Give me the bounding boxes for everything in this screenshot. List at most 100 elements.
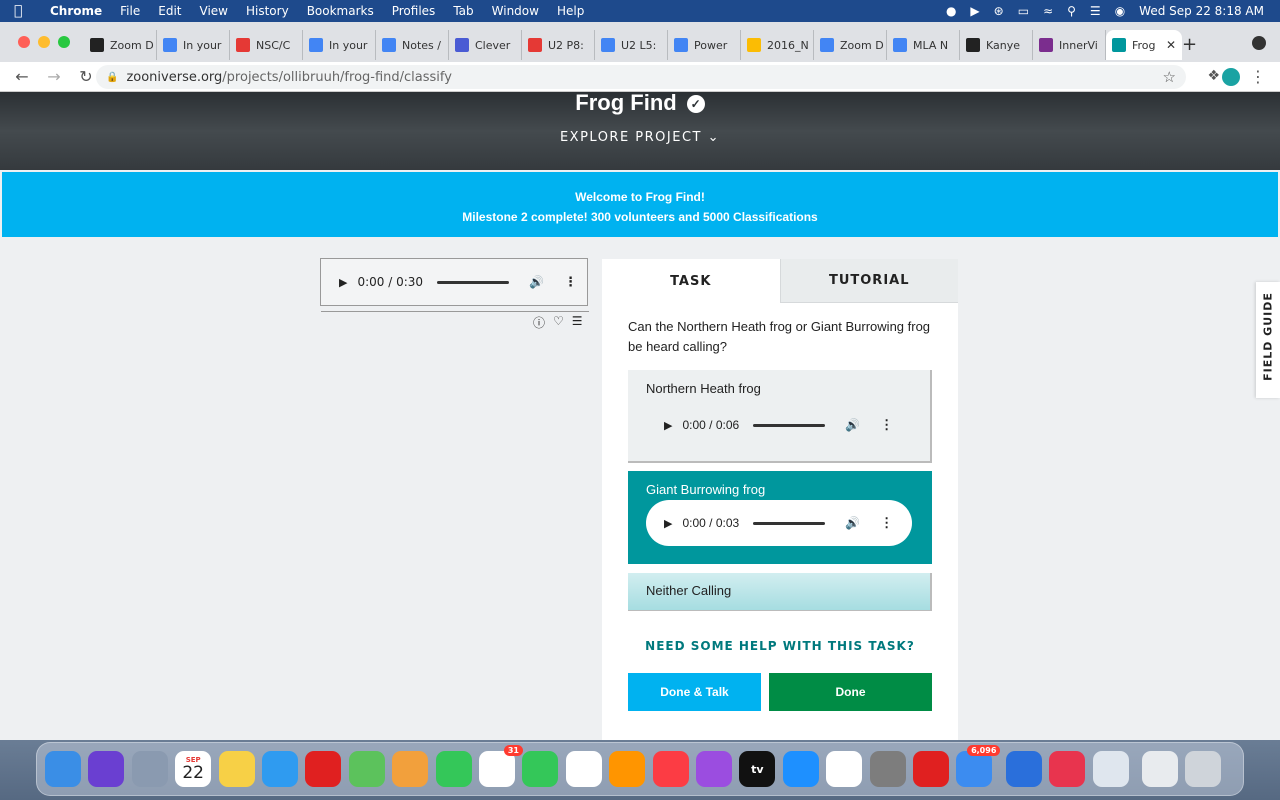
apple-tv-icon[interactable]: tv (739, 751, 776, 787)
play-icon[interactable]: ▶ (664, 419, 672, 432)
volume-icon[interactable]: 🔊 (529, 275, 544, 289)
roblox-icon[interactable] (305, 751, 342, 787)
browser-tab[interactable]: Kanye (960, 30, 1033, 60)
siri-icon[interactable]: ◉ (1115, 4, 1125, 18)
play-icon[interactable]: ▶ (339, 276, 347, 289)
creative-cloud-icon[interactable] (1049, 751, 1086, 787)
audio-seek-bar[interactable] (753, 423, 826, 427)
more-options-icon[interactable]: ⋮ (880, 417, 893, 433)
explore-project-menu[interactable]: EXPLORE PROJECT ⌄ (0, 130, 1280, 145)
calendar-icon[interactable]: SEP 22 (175, 751, 212, 787)
back-arrow-icon[interactable]: ← (12, 67, 32, 86)
menu-tab[interactable]: Tab (453, 4, 473, 18)
mail-icon[interactable]: 6,096 (956, 745, 1001, 787)
browser-tab[interactable]: Zoom D (814, 30, 887, 60)
address-bar[interactable]: 🔒 zooniverse.org/projects/ollibruuh/frog… (96, 65, 1186, 89)
app-store-icon[interactable] (782, 751, 819, 787)
browser-tab[interactable]: Frog ✕ (1106, 30, 1182, 60)
menu-file[interactable]: File (120, 4, 140, 18)
tab-task[interactable]: TASK (602, 259, 780, 303)
browser-tab[interactable]: MLA N (887, 30, 960, 60)
answer-giant-burrowing-frog[interactable]: Giant Burrowing frog ▶ 0:00 / 0:03 🔊 ⋮ (628, 471, 932, 564)
close-window-button[interactable] (18, 36, 30, 48)
browser-tab[interactable]: 2016_N (741, 30, 814, 60)
apple-menu-icon[interactable]:  (14, 3, 34, 19)
finder-icon[interactable] (45, 751, 81, 787)
siri-icon[interactable] (88, 751, 125, 787)
menu-help[interactable]: Help (557, 4, 584, 18)
close-tab-icon[interactable]: ✕ (1166, 38, 1176, 52)
facetime-icon[interactable] (522, 751, 559, 787)
notes-icon[interactable] (218, 751, 255, 787)
launchpad-icon[interactable] (131, 751, 168, 787)
bluetooth-file-exchange-icon[interactable] (1005, 751, 1042, 787)
done-button[interactable]: Done (769, 673, 932, 711)
news-icon[interactable] (565, 751, 602, 787)
music-icon[interactable] (652, 751, 689, 787)
reminders-icon[interactable]: 31 (479, 745, 523, 787)
wifi-icon[interactable]: ≈ (1043, 4, 1053, 18)
volume-icon[interactable]: 🔊 (845, 516, 860, 530)
volume-icon[interactable]: 🔊 (845, 418, 860, 432)
trash-icon[interactable] (1185, 751, 1222, 787)
control-center-icon[interactable]: ☰ (1090, 4, 1101, 18)
northern-heath-audio-player[interactable]: ▶ 0:00 / 0:06 🔊 ⋮ (646, 402, 912, 448)
play-icon[interactable]: ▶ (664, 517, 672, 530)
menu-app-name[interactable]: Chrome (50, 4, 102, 18)
browser-tab[interactable]: Clever (449, 30, 522, 60)
task-help-link[interactable]: NEED SOME HELP WITH THIS TASK? (602, 639, 958, 653)
menu-edit[interactable]: Edit (158, 4, 181, 18)
browser-tab[interactable]: U2 P8: (522, 30, 595, 60)
answer-northern-heath-frog[interactable]: Northern Heath frog ▶ 0:00 / 0:06 🔊 ⋮ (628, 370, 932, 463)
browser-tab[interactable]: In your (157, 30, 230, 60)
system-preferences-icon[interactable] (869, 751, 906, 787)
reload-icon[interactable]: ↻ (76, 67, 96, 86)
more-options-icon[interactable]: ⋮ (880, 515, 893, 531)
browser-tab[interactable]: InnerVi (1033, 30, 1106, 60)
field-guide-tab[interactable]: FIELD GUIDE (1256, 282, 1280, 398)
photos-icon[interactable] (392, 751, 429, 787)
media-play-icon[interactable]: ▶ (970, 4, 979, 18)
screen-record-icon[interactable]: ● (946, 4, 956, 18)
audio-seek-bar[interactable] (753, 521, 826, 525)
favorite-heart-icon[interactable]: ♡ (553, 314, 564, 331)
subject-audio-player[interactable]: ▶ 0:00 / 0:30 🔊 ⋮ (320, 258, 589, 312)
browser-tab[interactable]: In your (303, 30, 376, 60)
profile-avatar[interactable] (1222, 68, 1240, 86)
extensions-puzzle-icon[interactable]: ❖ (1207, 68, 1220, 84)
menu-view[interactable]: View (200, 4, 228, 18)
project-title[interactable]: Frog Find ✓ (0, 92, 1280, 116)
menu-history[interactable]: History (246, 4, 289, 18)
books-icon[interactable] (609, 751, 646, 787)
zoom-window-button[interactable] (58, 36, 70, 48)
collections-list-icon[interactable]: ☰ (572, 314, 583, 331)
preview-icon[interactable] (1092, 751, 1129, 787)
answer-neither-calling[interactable]: Neither Calling (628, 573, 932, 611)
menu-bookmarks[interactable]: Bookmarks (307, 4, 374, 18)
new-tab-icon[interactable]: + (1182, 34, 1197, 55)
browser-tab[interactable]: Power (668, 30, 741, 60)
battery-icon[interactable]: ▭ (1018, 4, 1029, 18)
menubar-clock[interactable]: Wed Sep 22 8:18 AM (1139, 4, 1264, 18)
menu-profiles[interactable]: Profiles (392, 4, 436, 18)
spotlight-search-icon[interactable]: ⚲ (1067, 4, 1076, 18)
browser-tab[interactable]: NSC/C (230, 30, 303, 60)
done-and-talk-button[interactable]: Done & Talk (628, 673, 761, 711)
chrome-menu-icon[interactable]: ⋮ (1250, 67, 1266, 86)
maps-icon[interactable] (348, 751, 385, 787)
audio-seek-bar[interactable] (437, 280, 510, 284)
roblox-studio-icon[interactable] (913, 751, 949, 787)
menu-window[interactable]: Window (492, 4, 539, 18)
minimize-window-button[interactable] (38, 36, 50, 48)
bluetooth-icon[interactable]: ⊛ (994, 4, 1004, 18)
browser-tab[interactable]: Notes / (376, 30, 449, 60)
giant-burrowing-audio-player[interactable]: ▶ 0:00 / 0:03 🔊 ⋮ (646, 500, 912, 546)
lock-icon[interactable]: 🔒 (106, 72, 118, 83)
chrome-icon[interactable] (826, 751, 863, 787)
bookmark-star-icon[interactable]: ☆ (1163, 68, 1176, 86)
messages-icon[interactable] (435, 751, 472, 787)
downloads-stack-icon[interactable] (1142, 751, 1178, 787)
info-icon[interactable]: ⓘ (533, 314, 545, 331)
forward-arrow-icon[interactable]: → (44, 67, 64, 86)
tab-tutorial[interactable]: TUTORIAL (779, 259, 958, 303)
